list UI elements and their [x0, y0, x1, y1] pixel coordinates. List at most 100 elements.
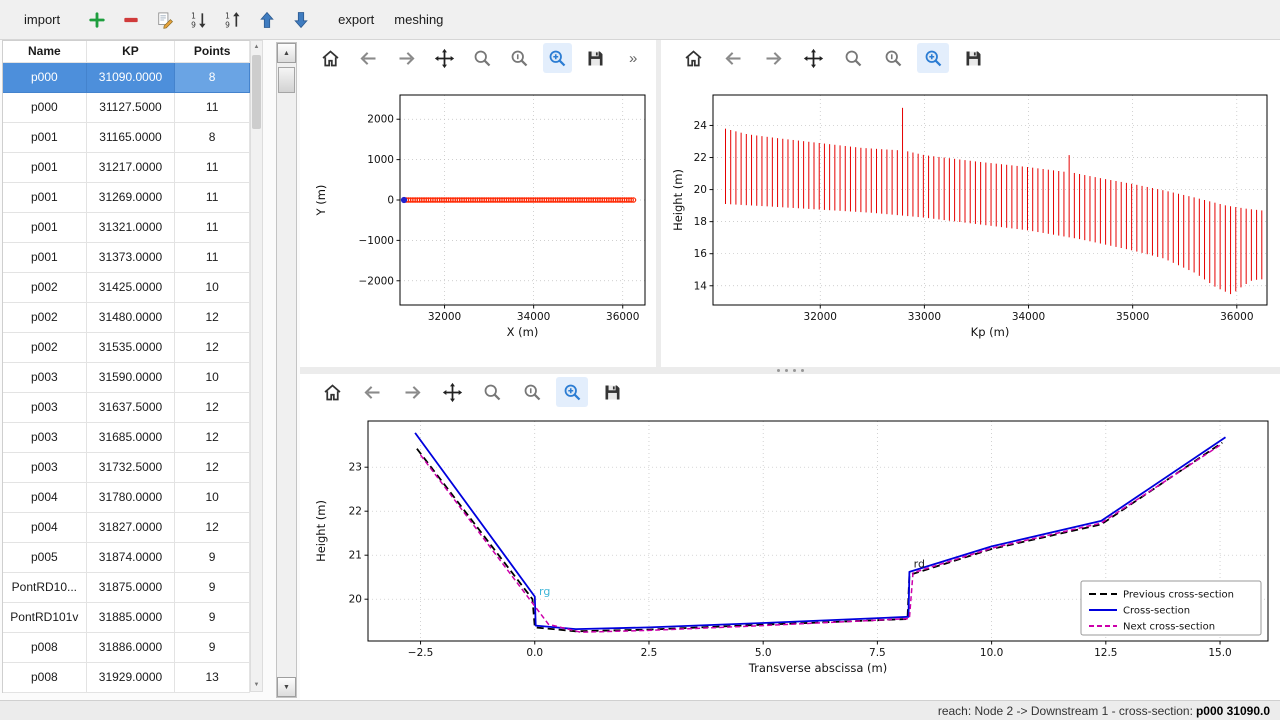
zoom-original-button[interactable]: [505, 43, 535, 73]
remove-section-button[interactable]: [114, 6, 148, 34]
edit-section-button[interactable]: [148, 6, 182, 34]
table-row[interactable]: p00131269.000011: [3, 183, 250, 213]
save-icon: [585, 48, 606, 69]
back-button[interactable]: [717, 43, 749, 73]
back-button[interactable]: [354, 43, 384, 73]
table-row[interactable]: p00131321.000011: [3, 213, 250, 243]
save-button[interactable]: [957, 43, 989, 73]
svg-text:36000: 36000: [1220, 311, 1253, 323]
cell-kp: 31929.0000: [87, 663, 176, 693]
svg-text:1000: 1000: [367, 154, 394, 166]
sort-ascending-button[interactable]: 19: [216, 6, 250, 34]
cell-points: 8: [175, 123, 250, 153]
table-row[interactable]: p00331590.000010: [3, 363, 250, 393]
zoom-original-button[interactable]: [877, 43, 909, 73]
cell-name: p001: [3, 153, 87, 183]
svg-text:34000: 34000: [1012, 311, 1045, 323]
toolbar-overflow-button[interactable]: »: [618, 43, 648, 73]
column-header-points[interactable]: Points: [175, 41, 250, 63]
table-row[interactable]: p00231425.000010: [3, 273, 250, 303]
column-header-name[interactable]: Name: [3, 41, 87, 63]
save-button[interactable]: [580, 43, 610, 73]
panel-scrollbar-thumb[interactable]: [278, 67, 295, 93]
table-row[interactable]: p00231480.000012: [3, 303, 250, 333]
forward-button[interactable]: [392, 43, 422, 73]
forward-icon: [402, 382, 423, 403]
panel-scroll-down-button[interactable]: ▼: [277, 677, 296, 697]
svg-text:24: 24: [694, 120, 708, 132]
zoom-original-button[interactable]: [516, 377, 548, 407]
pan-icon: [442, 382, 463, 403]
home-button[interactable]: [677, 43, 709, 73]
cell-name: p005: [3, 543, 87, 573]
column-header-kp[interactable]: KP: [87, 41, 176, 63]
home-button[interactable]: [316, 43, 346, 73]
table-row[interactable]: p00831886.00009: [3, 633, 250, 663]
table-row[interactable]: p00531874.00009: [3, 543, 250, 573]
cell-name: p004: [3, 513, 87, 543]
profile-chart[interactable]: 3200033000340003500036000141618202224Kp …: [661, 76, 1280, 367]
add-section-button[interactable]: [80, 6, 114, 34]
table-row[interactable]: p00331732.500012: [3, 453, 250, 483]
scroll-down-icon[interactable]: ▼: [251, 679, 262, 691]
cell-points: 12: [175, 303, 250, 333]
svg-text:rg: rg: [539, 585, 550, 598]
table-row[interactable]: p00031127.500011: [3, 93, 250, 123]
panel-scroll-up-button[interactable]: ▲: [277, 43, 296, 63]
cell-points: 11: [175, 243, 250, 273]
zoom-rect-button[interactable]: [556, 377, 588, 407]
back-button[interactable]: [356, 377, 388, 407]
table-row[interactable]: p00131217.000011: [3, 153, 250, 183]
cell-name: p003: [3, 453, 87, 483]
sort-descending-button[interactable]: 19: [182, 6, 216, 34]
table-row[interactable]: p00131373.000011: [3, 243, 250, 273]
zoom-button[interactable]: [476, 377, 508, 407]
horizontal-splitter[interactable]: [300, 367, 1280, 374]
table-row[interactable]: p00831929.000013: [3, 663, 250, 693]
panel-scrollbar[interactable]: ▲ ▼: [276, 42, 297, 698]
move-up-button[interactable]: [250, 6, 284, 34]
save-button[interactable]: [596, 377, 628, 407]
sort-ascending-icon: 19: [223, 10, 243, 30]
cross-section-toolbar: [300, 374, 1280, 410]
cell-kp: 31165.0000: [87, 123, 176, 153]
zoom-button[interactable]: [837, 43, 869, 73]
table-row[interactable]: p00431780.000010: [3, 483, 250, 513]
save-icon: [602, 382, 623, 403]
meshing-button[interactable]: meshing: [384, 6, 453, 34]
export-button[interactable]: export: [328, 6, 384, 34]
svg-text:Kp (m): Kp (m): [971, 325, 1010, 339]
cell-kp: 31090.0000: [87, 63, 176, 93]
table-row[interactable]: p00331637.500012: [3, 393, 250, 423]
table-row[interactable]: p00331685.000012: [3, 423, 250, 453]
pan-button[interactable]: [429, 43, 459, 73]
table-row[interactable]: p00031090.00008: [3, 63, 250, 93]
table-row[interactable]: p00231535.000012: [3, 333, 250, 363]
cell-points: 10: [175, 363, 250, 393]
svg-text:20: 20: [694, 184, 707, 196]
zoom-rect-button[interactable]: [543, 43, 573, 73]
table-row[interactable]: PontRD101v31885.00009: [3, 603, 250, 633]
move-down-button[interactable]: [284, 6, 318, 34]
import-button[interactable]: import: [14, 6, 70, 34]
pan-button[interactable]: [436, 377, 468, 407]
back-icon: [362, 382, 383, 403]
zoom-button[interactable]: [467, 43, 497, 73]
forward-button[interactable]: [396, 377, 428, 407]
cross-section-chart[interactable]: −2.50.02.55.07.510.012.515.020212223Tran…: [300, 410, 1280, 700]
cell-name: p001: [3, 183, 87, 213]
cell-points: 9: [175, 543, 250, 573]
table-row[interactable]: PontRD10...31875.00009: [3, 573, 250, 603]
home-button[interactable]: [316, 377, 348, 407]
table-scrollbar[interactable]: ▲ ▼: [250, 40, 263, 692]
pan-button[interactable]: [797, 43, 829, 73]
scroll-up-icon[interactable]: ▲: [251, 41, 262, 53]
svg-text:23: 23: [349, 462, 362, 474]
table-row[interactable]: p00431827.000012: [3, 513, 250, 543]
plan-chart[interactable]: 320003400036000200010000−1000−2000X (m)Y…: [300, 76, 656, 367]
table-scrollbar-thumb[interactable]: [252, 55, 261, 129]
table-row[interactable]: p00131165.00008: [3, 123, 250, 153]
zoom-rect-button[interactable]: [917, 43, 949, 73]
cell-name: p001: [3, 123, 87, 153]
forward-button[interactable]: [757, 43, 789, 73]
